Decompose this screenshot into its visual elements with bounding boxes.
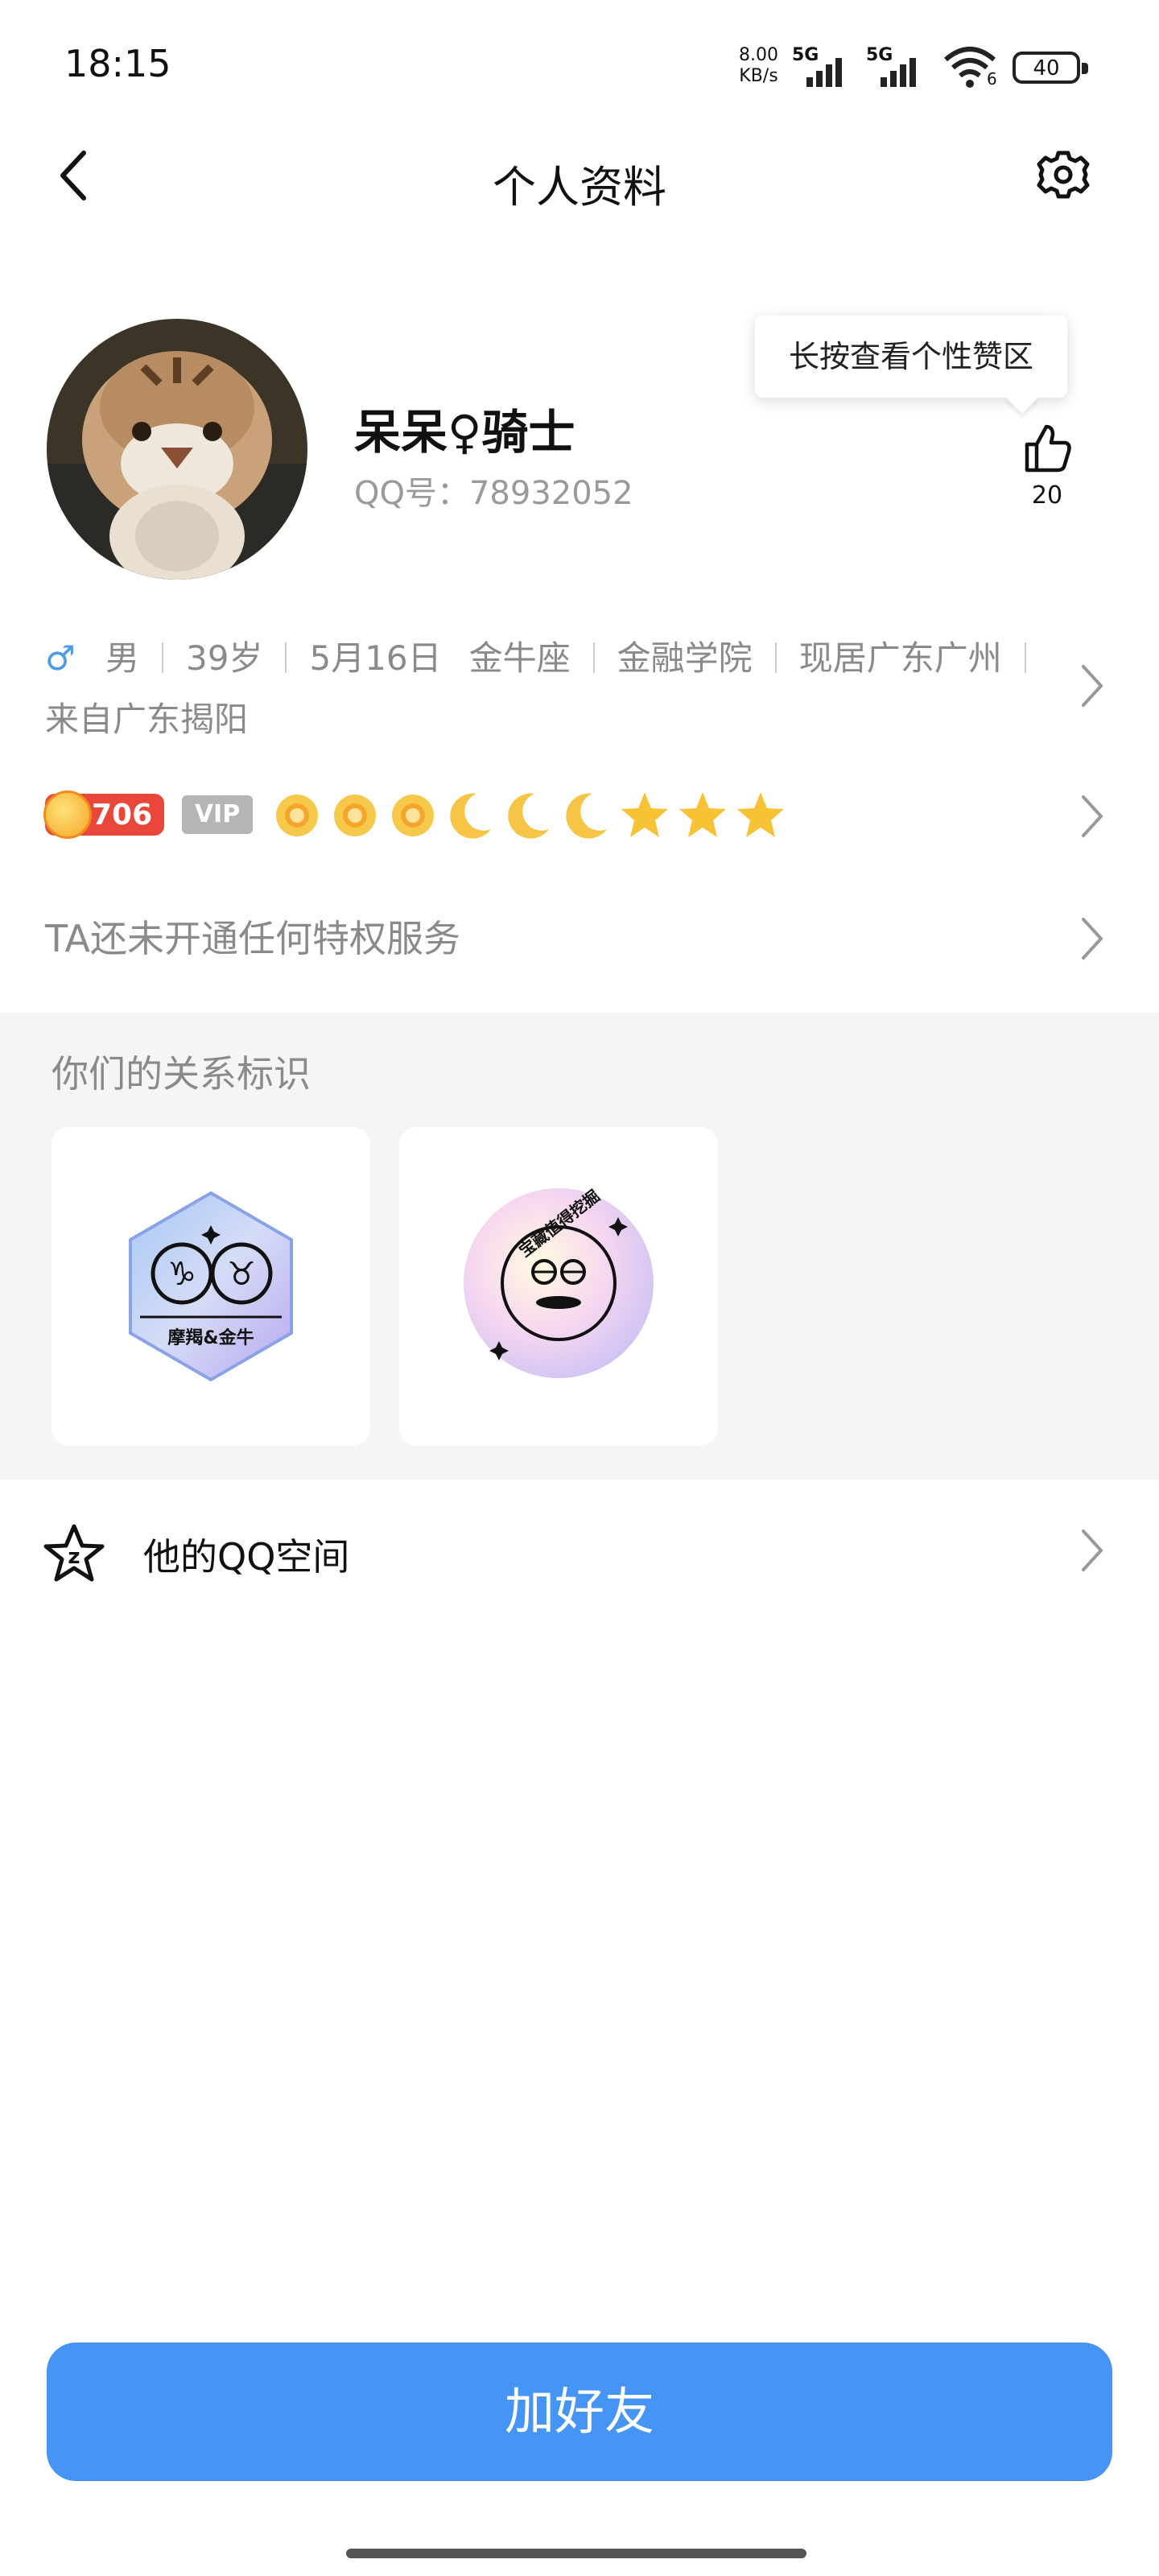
vip-badge: VIP <box>182 795 253 834</box>
nickname: 呆呆♀骑士 <box>354 405 575 460</box>
qzone-label: 他的QQ空间 <box>143 1535 350 1579</box>
qq-number: QQ号：78932052 <box>354 475 633 512</box>
sun-icon <box>334 795 376 836</box>
settings-button[interactable] <box>1035 147 1091 203</box>
svg-text:z: z <box>68 1545 80 1569</box>
coin-icon <box>43 791 92 839</box>
signal-sim2-icon: 5G <box>866 45 926 87</box>
thumbs-up-icon <box>1025 424 1071 473</box>
svg-text:♑: ♑ <box>167 1256 196 1293</box>
divider <box>592 642 595 673</box>
male-icon: ♂ <box>45 638 76 678</box>
age-text: 39岁 <box>186 638 263 678</box>
nav-bar: 个人资料 <box>0 137 1159 217</box>
school-text: 金融学院 <box>617 638 753 678</box>
status-bar: 18:15 8.00 KB/s 5G 5G 6 40 <box>0 0 1159 137</box>
zodiac-text: 金牛座 <box>468 638 571 678</box>
chevron-right-icon[interactable] <box>1077 662 1109 710</box>
birthday-text: 5月16日 <box>309 638 442 678</box>
qzone-row[interactable]: z 他的QQ空间 <box>0 1480 1159 1624</box>
qzone-star-icon: z <box>43 1524 105 1582</box>
home-indicator[interactable] <box>346 2549 806 2558</box>
divider <box>774 642 777 673</box>
relation-card-zodiac[interactable]: ♑ ♉ 摩羯&金牛 <box>52 1127 370 1446</box>
avatar[interactable] <box>47 319 307 580</box>
star-icon <box>737 792 784 837</box>
like-tooltip: 长按查看个性赞区 <box>755 316 1067 398</box>
gender-text: 男 <box>105 638 140 678</box>
zodiac-badge-icon: ♑ ♉ <box>129 1191 293 1382</box>
signal-sim1-icon: 5G <box>792 45 852 87</box>
relation-card-treasure[interactable]: 宝藏值得挖掘 <box>399 1127 718 1446</box>
like-button[interactable]: 20 <box>1016 420 1079 510</box>
add-friend-button[interactable]: 加好友 <box>47 2343 1112 2481</box>
gear-icon <box>1037 151 1090 199</box>
level-badges[interactable]: 706 VIP <box>43 789 1011 844</box>
svg-text:♉: ♉ <box>227 1256 256 1293</box>
chevron-right-icon[interactable] <box>1077 914 1109 963</box>
treasure-badge-icon <box>464 1188 654 1378</box>
moon-icon <box>566 793 607 839</box>
star-icon <box>621 792 668 837</box>
network-speed: 8.00 KB/s <box>739 45 778 86</box>
divider <box>162 642 164 673</box>
moon-icon <box>508 793 549 839</box>
qq-level-badge: 706 <box>43 791 164 839</box>
chevron-right-icon[interactable] <box>1077 792 1109 840</box>
battery-icon: 40 <box>1013 52 1088 84</box>
zodiac-badge-label: 摩羯&金牛 <box>167 1328 254 1348</box>
divider <box>285 642 287 673</box>
like-count: 20 <box>1031 481 1063 510</box>
tiger-avatar-image <box>47 319 307 580</box>
basic-info[interactable]: ♂ 男 39岁 5月16日 金牛座 金融学院 现居广东广州来自广东揭阳 <box>45 628 1059 750</box>
location-text: 现居广东广州 <box>798 638 1002 678</box>
sun-icon <box>392 795 434 836</box>
relationship-section: 你们的关系标识 ♑ ♉ 摩羯&金牛 宝藏值得挖掘 <box>0 1013 1159 1480</box>
status-time: 18:15 <box>64 42 171 85</box>
relationship-heading: 你们的关系标识 <box>52 1052 311 1096</box>
sun-icon <box>276 795 318 836</box>
privilege-text[interactable]: TA还未开通任何特权服务 <box>45 910 460 963</box>
page-title: 个人资料 <box>493 162 666 213</box>
star-icon <box>679 792 726 837</box>
moon-icon <box>450 793 491 839</box>
chevron-right-icon <box>1082 1530 1103 1571</box>
wifi-icon: 6 <box>942 43 998 92</box>
divider <box>1024 642 1026 673</box>
hometown-text: 来自广东揭阳 <box>45 700 249 739</box>
